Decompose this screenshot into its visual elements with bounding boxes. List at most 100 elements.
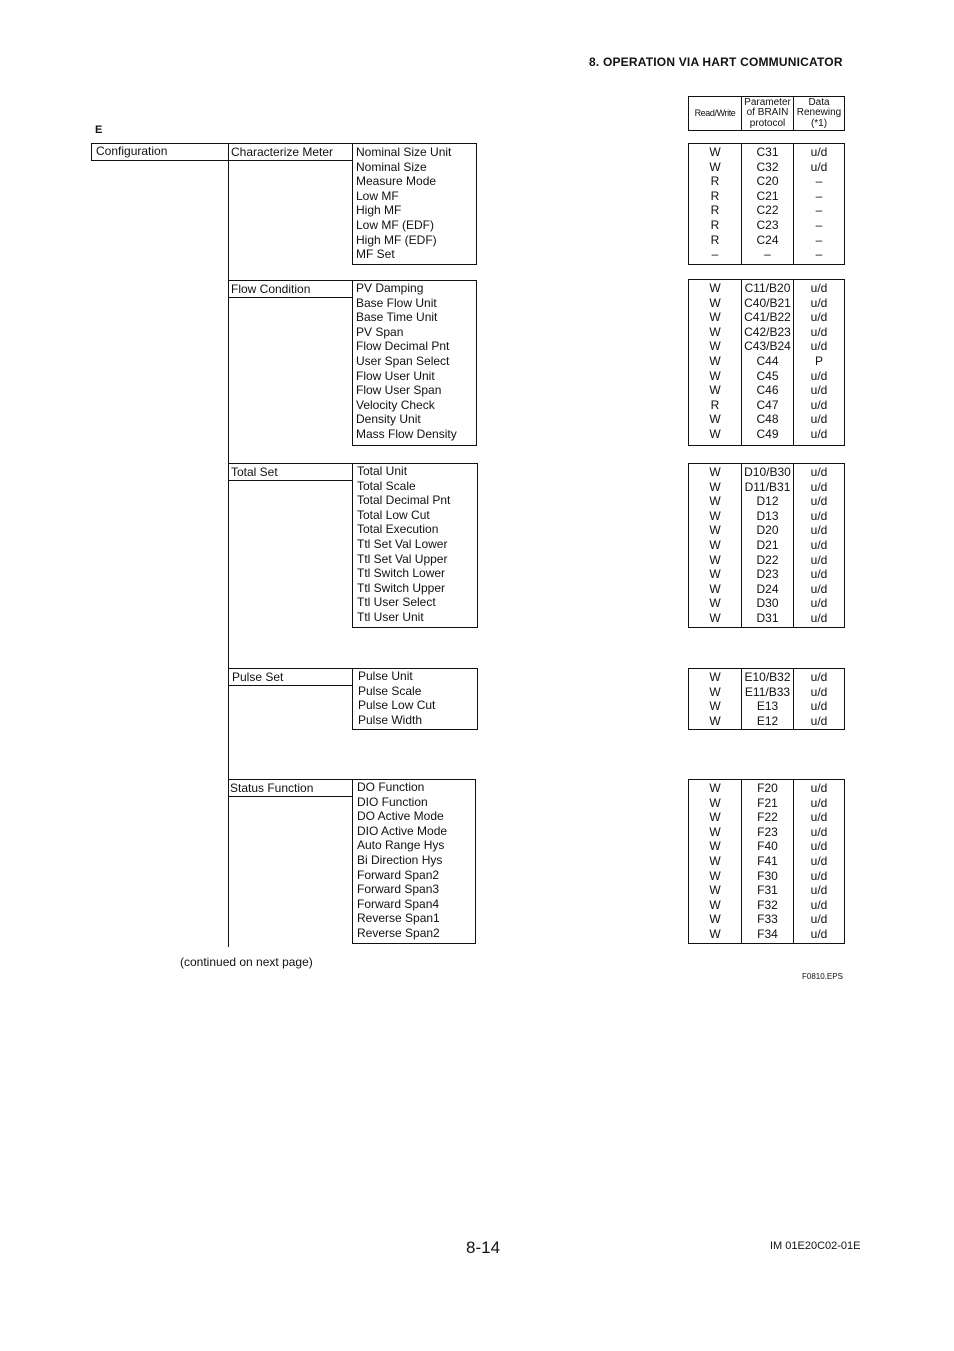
rw-cell: W	[709, 839, 721, 854]
param-cell: C24	[756, 232, 779, 247]
renew-cell: u/d	[810, 397, 828, 412]
list-item: Bi Direction Hys	[357, 852, 443, 867]
list-item: Reverse Span1	[357, 911, 440, 926]
renew-cell: u/d	[810, 610, 828, 625]
param-cell: C44	[756, 353, 779, 368]
rw-cell: R	[710, 217, 720, 232]
param-cell: F23	[757, 824, 778, 839]
page-header: 8. OPERATION VIA HART COMMUNICATOR	[589, 55, 843, 69]
renew-cell: u/d	[810, 383, 828, 398]
param-cell: F40	[757, 839, 778, 854]
list-item: Low MF (EDF)	[356, 217, 434, 232]
list-item: Flow User Unit	[356, 368, 435, 383]
renew-cell: u/d	[810, 567, 828, 582]
param-cell: D12	[756, 494, 779, 509]
list-item: Nominal Size Unit	[356, 145, 452, 159]
param-cell: F20	[757, 781, 778, 795]
list-item: Ttl Set Val Upper	[357, 551, 448, 566]
renew-cell: –	[815, 217, 823, 232]
list-item: High MF (EDF)	[356, 232, 437, 247]
renew-cell: u/d	[810, 883, 828, 898]
renew-cell: u/d	[810, 581, 828, 596]
list-item: Density Unit	[356, 412, 421, 427]
param-cell: D21	[756, 537, 779, 552]
rw-cell: W	[709, 670, 721, 684]
group-total-set: Total Set	[228, 463, 353, 481]
list-item: Forward Span4	[357, 896, 440, 911]
param-cell: C41/B22	[744, 310, 791, 325]
param-table-status-function: WWWWWWWWWWW F20 F21 F22 F23 F40 F41 F30 F31 F32 F…	[688, 779, 845, 944]
param-cell: D24	[756, 581, 779, 596]
param-cell: D30	[756, 596, 779, 611]
renew-cell: u/d	[810, 670, 828, 684]
rw-cell: W	[709, 684, 721, 699]
group-flow-condition: Flow Condition	[228, 280, 353, 298]
group-label: Status Function	[230, 781, 314, 795]
param-table-characterize-meter: W W R R R R R – C31 C32 C20 C21 C22 C23 C24– u/d u/d – –…	[688, 143, 845, 265]
rw-cell: W	[709, 713, 721, 728]
param-cell: F22	[757, 810, 778, 825]
rw-cell: W	[709, 324, 721, 339]
group-label: Pulse Set	[232, 670, 284, 684]
list-item: Total Low Cut	[357, 507, 430, 522]
param-cell: C47	[756, 397, 779, 412]
param-table-pulse-set: WWWW E10/B32 E11/B33 E13 E12 u/d u/d u/d u/d	[688, 668, 845, 730]
rw-cell: W	[709, 159, 721, 174]
document-id: IM 01E20C02-01E	[770, 1240, 861, 1252]
param-table-flow-condition: WWWWWWWWRWW C11/B20 C40/B21 C41/B22 C42/B23…	[688, 279, 845, 446]
list-item: Total Unit	[357, 464, 408, 478]
param-cell: F30	[757, 868, 778, 883]
list-item: Pulse Unit	[358, 669, 413, 683]
renew-cell: u/d	[810, 295, 828, 310]
list-item: Mass Flow Density	[356, 426, 457, 441]
list-item: Nominal Size	[356, 159, 427, 174]
param-cell: C23	[756, 217, 779, 232]
param-cell: D20	[756, 523, 779, 538]
list-item: MF Set	[356, 247, 395, 262]
rw-cell: W	[709, 537, 721, 552]
renew-cell: u/d	[810, 912, 828, 927]
list-item: High MF	[356, 203, 402, 218]
rw-cell: –	[711, 247, 719, 262]
list-item: Base Flow Unit	[356, 295, 437, 310]
param-cell: F34	[757, 926, 778, 941]
rw-cell: W	[709, 412, 721, 427]
rw-cell: W	[709, 552, 721, 567]
list-item: Ttl Set Val Lower	[357, 536, 448, 551]
param-cell: C32	[756, 159, 779, 174]
param-cell: D23	[756, 567, 779, 582]
rw-cell: W	[709, 699, 721, 714]
list-item: PV Damping	[356, 281, 424, 295]
root-configuration-box: Configuration	[91, 143, 229, 161]
list-item: Forward Span3	[357, 882, 440, 897]
list-item: Low MF	[356, 188, 399, 203]
figure-id: F0810.EPS	[802, 972, 843, 981]
renew-cell: u/d	[810, 596, 828, 611]
list-item: Total Execution	[357, 522, 439, 537]
rw-cell: W	[709, 310, 721, 325]
renew-cell: u/d	[810, 795, 828, 810]
renew-cell: u/d	[810, 853, 828, 868]
renew-cell: u/d	[810, 310, 828, 325]
group-items-pulse-set: Pulse Unit Pulse Scale Pulse Low Cut Pul…	[352, 668, 478, 730]
list-item: Total Decimal Pnt	[357, 493, 451, 508]
group-items-total-set: Total Unit Total Scale Total Decimal Pnt…	[352, 463, 478, 628]
header-read-write: Read/Write	[689, 97, 742, 130]
renew-cell: u/d	[810, 281, 828, 295]
param-cell: F32	[757, 897, 778, 912]
group-characterize-meter: Characterize Meter	[228, 143, 353, 161]
renew-cell: u/d	[810, 552, 828, 567]
rw-cell: W	[709, 494, 721, 509]
list-item: DIO Active Mode	[357, 823, 448, 838]
renew-cell: u/d	[810, 412, 828, 427]
param-cell: E11/B33	[744, 684, 791, 699]
rw-cell: W	[709, 781, 721, 795]
renew-cell: u/d	[810, 537, 828, 552]
param-cell: D10/B30	[744, 465, 791, 479]
param-cell: F33	[757, 912, 778, 927]
list-item: Flow Decimal Pnt	[356, 339, 450, 354]
rw-cell: W	[709, 883, 721, 898]
list-item: DO Active Mode	[357, 809, 444, 824]
list-item: Base Time Unit	[356, 310, 438, 325]
renew-cell: u/d	[810, 523, 828, 538]
